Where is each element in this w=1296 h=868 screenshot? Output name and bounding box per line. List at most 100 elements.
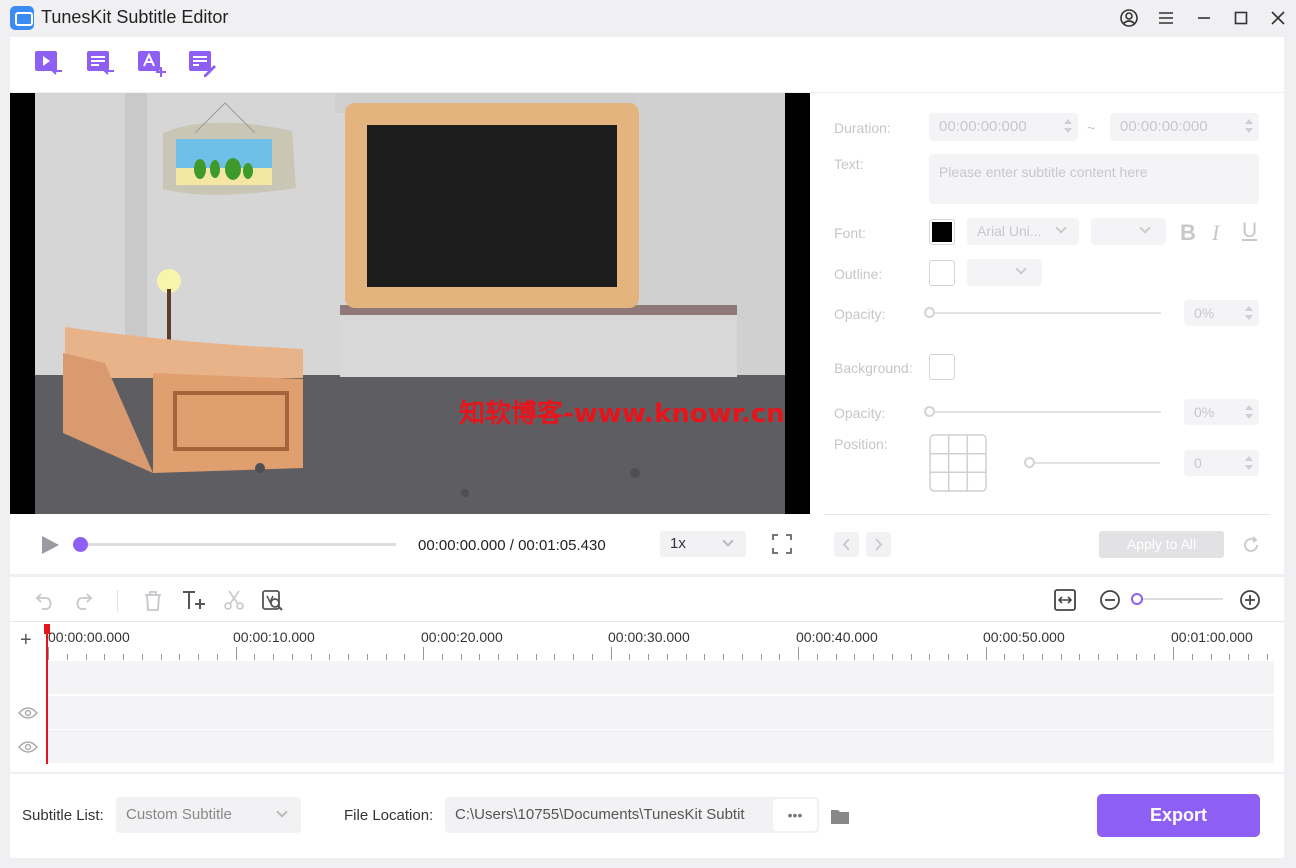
subtitle-track-3[interactable]: [48, 730, 1274, 763]
split-icon[interactable]: [223, 589, 245, 614]
zoom-handle[interactable]: [1131, 593, 1143, 605]
chevron-down-icon: [1015, 263, 1027, 275]
chevron-down-icon: [1055, 222, 1067, 234]
background-opacity-input[interactable]: 0%: [1184, 399, 1259, 425]
play-icon[interactable]: [40, 535, 60, 558]
subtitle-list-select[interactable]: Custom Subtitle: [116, 797, 301, 833]
eye-icon[interactable]: [18, 706, 38, 723]
subtitle-list-label: Subtitle List:: [22, 807, 104, 824]
add-text-track-icon[interactable]: [181, 589, 207, 614]
progress-handle[interactable]: [73, 537, 88, 552]
playhead-handle[interactable]: [44, 624, 50, 634]
font-color-swatch[interactable]: [929, 219, 955, 245]
subtitle-text-input[interactable]: Please enter subtitle content here: [929, 154, 1259, 204]
duration-separator: ~: [1087, 120, 1096, 136]
undo-icon[interactable]: [34, 590, 56, 613]
toolbar-divider: [117, 590, 118, 612]
app-title: TunesKit Subtitle Editor: [41, 7, 229, 27]
spinner-icon[interactable]: [1245, 306, 1253, 320]
background-opacity-slider[interactable]: [929, 411, 1161, 413]
subtitle-track-1[interactable]: [48, 661, 1274, 694]
background-label: Background:: [834, 360, 913, 376]
folder-icon[interactable]: [830, 808, 850, 828]
main-toolbar: [10, 37, 1284, 92]
opacity-slider[interactable]: [929, 312, 1161, 314]
background-color-swatch[interactable]: [929, 354, 955, 380]
delete-icon[interactable]: [143, 590, 163, 615]
export-button[interactable]: Export: [1097, 794, 1260, 837]
video-preview[interactable]: [10, 93, 810, 514]
outline-label: Outline:: [834, 266, 883, 282]
reset-icon[interactable]: [1241, 535, 1261, 558]
spinner-icon[interactable]: [1245, 456, 1253, 470]
underline-button[interactable]: U: [1242, 219, 1257, 243]
outline-width-select[interactable]: [967, 259, 1042, 286]
ruler-tick-label: 00:00:10.000: [233, 629, 315, 645]
close-icon[interactable]: [1267, 7, 1289, 29]
video-import-icon[interactable]: [34, 49, 64, 79]
fullscreen-icon[interactable]: [772, 534, 792, 557]
position-slider-handle[interactable]: [1024, 457, 1035, 468]
browse-button[interactable]: •••: [773, 799, 817, 831]
minimize-icon[interactable]: [1193, 7, 1215, 29]
spinner-icon[interactable]: [1064, 119, 1072, 133]
background-opacity-label: Opacity:: [834, 405, 886, 421]
bold-button[interactable]: B: [1180, 220, 1196, 246]
maximize-icon[interactable]: [1230, 7, 1252, 29]
file-location-label: File Location:: [344, 807, 434, 824]
chevron-down-icon: [1139, 222, 1151, 234]
position-slider[interactable]: [1029, 462, 1160, 464]
duration-start-input[interactable]: 00:00:00:000: [929, 113, 1078, 141]
bottom-bar: Subtitle List: Custom Subtitle File Loca…: [10, 774, 1284, 858]
add-text-icon[interactable]: [137, 49, 167, 79]
position-label: Position:: [834, 436, 888, 452]
chevron-left-icon: [842, 538, 850, 551]
edit-subtitle-icon[interactable]: [188, 49, 218, 79]
opacity-value-input[interactable]: 0%: [1184, 300, 1259, 326]
zoom-slider[interactable]: [1131, 593, 1223, 605]
position-grid[interactable]: [929, 434, 987, 495]
speed-select[interactable]: 1x: [660, 531, 746, 557]
subtitle-track-2[interactable]: [48, 696, 1274, 729]
ruler-tick-label: 00:00:50.000: [983, 629, 1065, 645]
zoom-in-icon[interactable]: [1239, 589, 1261, 614]
background-opacity-handle[interactable]: [924, 406, 935, 417]
eye-icon[interactable]: [18, 740, 38, 757]
time-display: 00:00:00.000 / 00:01:05.430: [418, 537, 606, 554]
search-subtitle-icon[interactable]: [261, 589, 285, 614]
opacity-slider-handle[interactable]: [924, 307, 935, 318]
ruler-tick-label: 00:01:00.000: [1171, 629, 1253, 645]
next-subtitle-button[interactable]: [866, 532, 891, 557]
file-location-input[interactable]: C:\Users\10755\Documents\TunesKit Subtit…: [445, 797, 819, 833]
menu-icon[interactable]: [1155, 7, 1177, 29]
timeline-separator: [10, 621, 1284, 622]
video-frame: [35, 93, 785, 514]
subtitle-import-icon[interactable]: [86, 49, 116, 79]
opacity-label: Opacity:: [834, 306, 886, 322]
zoom-out-icon[interactable]: [1099, 589, 1121, 614]
text-label: Text:: [834, 156, 864, 172]
add-track-button[interactable]: +: [20, 629, 32, 652]
position-value-input[interactable]: 0: [1184, 450, 1259, 476]
redo-icon[interactable]: [72, 590, 94, 613]
italic-button[interactable]: I: [1212, 220, 1219, 246]
account-icon[interactable]: [1118, 7, 1140, 29]
spinner-icon[interactable]: [1245, 119, 1253, 133]
timeline-ruler[interactable]: [48, 647, 1278, 661]
fit-timeline-icon[interactable]: [1054, 589, 1076, 614]
title-bar: TunesKit Subtitle Editor: [0, 0, 1296, 36]
apply-to-all-button[interactable]: Apply to All: [1099, 531, 1224, 558]
ruler-tick-label: 00:00:30.000: [608, 629, 690, 645]
spinner-icon[interactable]: [1245, 405, 1253, 419]
progress-slider[interactable]: [73, 537, 396, 552]
font-family-select[interactable]: Arial Uni...: [967, 218, 1079, 245]
timeline-panel: + 00:00:00.000 00:00:10.000 00:00:20.000…: [10, 577, 1284, 772]
chevron-down-icon: [722, 535, 734, 547]
previous-subtitle-button[interactable]: [834, 532, 859, 557]
font-size-select[interactable]: [1091, 218, 1166, 245]
outline-color-swatch[interactable]: [929, 260, 955, 286]
duration-end-input[interactable]: 00:00:00:000: [1110, 113, 1259, 141]
chevron-down-icon: [276, 806, 288, 818]
duration-label: Duration:: [834, 120, 891, 136]
playhead[interactable]: [44, 624, 50, 764]
